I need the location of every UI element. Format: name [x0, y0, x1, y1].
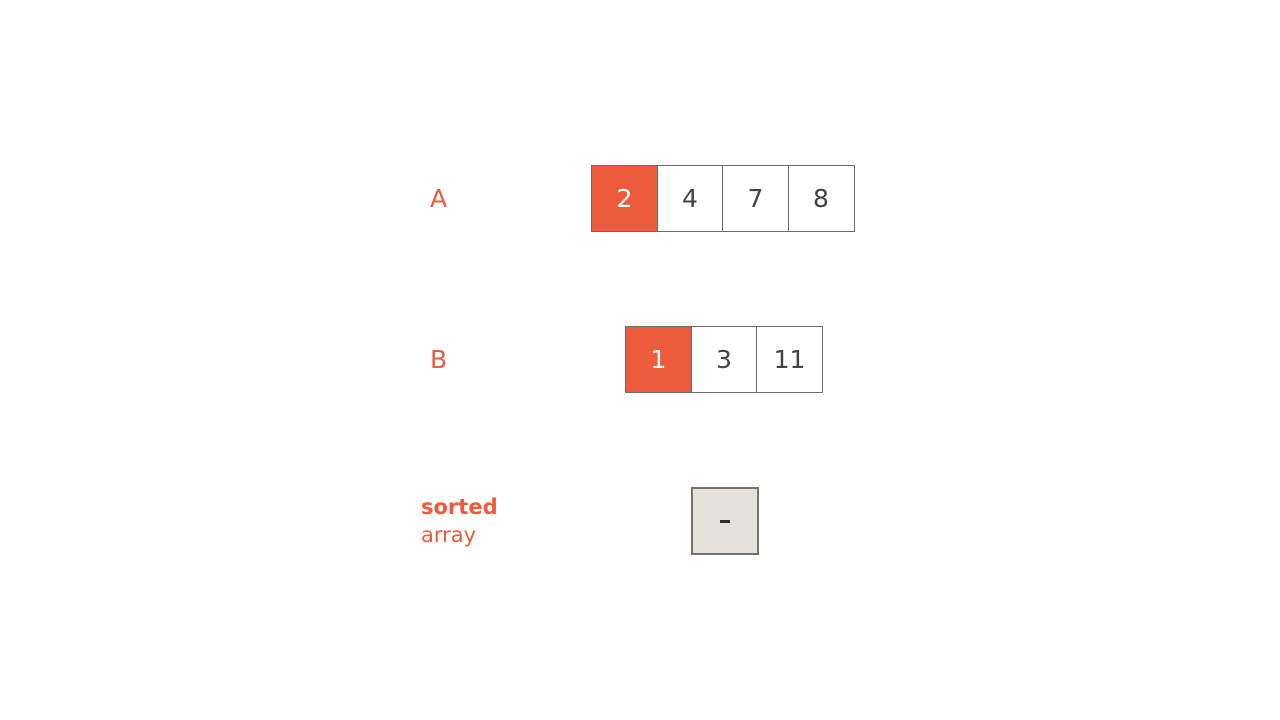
- array-a-cell-0[interactable]: 2: [591, 165, 658, 232]
- array-b-cell-2[interactable]: 11: [756, 326, 823, 393]
- visualization-canvas: A 2 4 7 8 B 1 3 11 sorted array: [0, 0, 1280, 720]
- array-a-label: A: [430, 184, 448, 213]
- array-b-cell-2-value: 11: [773, 345, 806, 374]
- array-a-cell-3-value: 8: [813, 184, 829, 213]
- array-b: 1 3 11: [625, 326, 823, 393]
- array-a-cell-1-value: 4: [682, 184, 698, 213]
- array-b-label: B: [430, 345, 448, 374]
- sorted-array-cell-0[interactable]: [691, 487, 759, 555]
- sorted-array-label: sorted array: [421, 493, 498, 549]
- array-b-cell-1[interactable]: 3: [690, 326, 758, 393]
- sorted-array-label-line2: array: [421, 523, 477, 547]
- array-b-cell-1-value: 3: [716, 345, 732, 374]
- array-a-cell-2-value: 7: [747, 184, 764, 213]
- empty-dash-icon: [720, 519, 730, 523]
- array-b-cell-0-value: 1: [650, 345, 667, 374]
- sorted-array: [691, 487, 759, 555]
- array-a-cell-0-value: 2: [616, 184, 633, 213]
- array-a: 2 4 7 8: [591, 165, 855, 232]
- array-a-cell-3[interactable]: 8: [787, 165, 855, 232]
- array-a-cell-2[interactable]: 7: [722, 165, 789, 232]
- sorted-array-label-line1: sorted: [421, 495, 498, 519]
- array-a-cell-1[interactable]: 4: [656, 165, 724, 232]
- array-b-cell-0[interactable]: 1: [625, 326, 692, 393]
